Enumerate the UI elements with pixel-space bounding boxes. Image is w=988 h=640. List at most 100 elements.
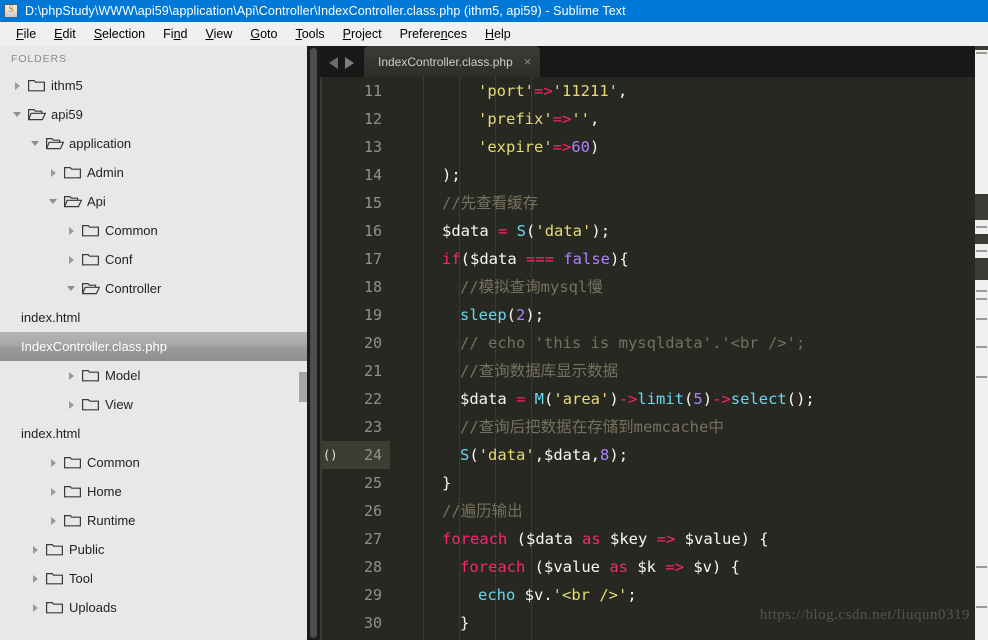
chevron-right-icon[interactable] (66, 224, 79, 237)
tree-folder-view[interactable]: View (0, 390, 307, 419)
tab-index-controller[interactable]: IndexController.class.php × (364, 46, 541, 77)
code-line[interactable]: () 24 S('data',$data,8); (320, 441, 988, 469)
folder-icon (28, 79, 46, 93)
tree-folder-controller[interactable]: Controller (0, 274, 307, 303)
tree-folder-model[interactable]: Model (0, 361, 307, 390)
folder-tree: ithm5 api59 application Admin Api Common Conf C… (0, 71, 307, 622)
code-line[interactable]: 15 //先查看缓存 (320, 189, 988, 217)
scrollbar-segment[interactable] (975, 46, 988, 50)
menu-item-tools[interactable]: Tools (286, 25, 333, 43)
chevron-right-icon[interactable] (66, 369, 79, 382)
tree-file-index-html[interactable]: index.html (0, 303, 307, 332)
chevron-down-icon[interactable] (30, 137, 43, 150)
tree-folder-home[interactable]: Home (0, 477, 307, 506)
tree-item-label: Model (105, 368, 141, 383)
code-line[interactable]: 16 $data = S('data'); (320, 217, 988, 245)
code-line[interactable]: 11 'port'=>'11211', (320, 77, 988, 105)
code-line[interactable]: 22 $data = M('area')->limit(5)->select(); (320, 385, 988, 413)
code-line[interactable]: 23 //查询后把数据在存储到memcache中 (320, 413, 988, 441)
menu-item-edit[interactable]: Edit (45, 25, 85, 43)
menu-item-help[interactable]: Help (476, 25, 520, 43)
code-line[interactable]: 12 'prefix'=>'', (320, 105, 988, 133)
code-line[interactable]: 20 // echo 'this is mysqldata'.'<br />'; (320, 329, 988, 357)
code-line[interactable]: 27 foreach ($data as $key => $value) { (320, 525, 988, 553)
code-text: //先查看缓存 (442, 194, 539, 212)
tree-folder-ithm5[interactable]: ithm5 (0, 71, 307, 100)
close-icon[interactable]: × (524, 55, 532, 68)
folder-icon (64, 456, 82, 470)
menu-item-goto[interactable]: Goto (241, 25, 286, 43)
tree-folder-common[interactable]: Common (0, 448, 307, 477)
sidebar-scrollbar-thumb[interactable] (310, 48, 317, 638)
chevron-right-icon[interactable] (30, 601, 43, 614)
chevron-right-icon[interactable] (48, 166, 61, 179)
chevron-right-icon[interactable] (48, 514, 61, 527)
folder-icon (46, 572, 64, 586)
tree-folder-conf[interactable]: Conf (0, 245, 307, 274)
scrollbar-segment[interactable] (975, 234, 988, 244)
chevron-right-icon[interactable] (66, 398, 79, 411)
sidebar-scrollbar[interactable] (307, 46, 320, 640)
code-line[interactable]: 29 echo $v.'<br />'; (320, 581, 988, 609)
scrollbar-segment[interactable] (975, 194, 988, 220)
tree-file-indexcontroller-class-php[interactable]: IndexController.class.php (0, 332, 307, 361)
tree-folder-uploads[interactable]: Uploads (0, 593, 307, 622)
tree-folder-common[interactable]: Common (0, 216, 307, 245)
chevron-right-icon[interactable] (66, 253, 79, 266)
tree-item-label: Uploads (69, 600, 117, 615)
window-title: D:\phpStudy\WWW\api59\application\Api\Co… (25, 4, 626, 18)
scrollbar-tick (976, 52, 987, 54)
chevron-right-icon[interactable] (12, 79, 25, 92)
code-area[interactable]: 11 'port'=>'11211', 12 'prefix'=>'', 13 'expi… (320, 77, 988, 640)
tree-folder-tool[interactable]: Tool (0, 564, 307, 593)
code-line[interactable]: 28 foreach ($value as $k => $v) { (320, 553, 988, 581)
scrollbar-segment[interactable] (975, 258, 988, 280)
tree-folder-public[interactable]: Public (0, 535, 307, 564)
watermark: https://blog.csdn.net/liuqun0319 (759, 607, 970, 623)
tree-folder-admin[interactable]: Admin (0, 158, 307, 187)
tree-folder-api[interactable]: Api (0, 187, 307, 216)
code-line[interactable]: 17 if($data === false){ (320, 245, 988, 273)
scrollbar-tick (976, 226, 987, 228)
tree-folder-application[interactable]: application (0, 129, 307, 158)
tree-file-index-html[interactable]: index.html (0, 419, 307, 448)
folder-open-icon (28, 108, 46, 122)
code-line[interactable]: 21 //查询数据库显示数据 (320, 357, 988, 385)
arrow-right-icon[interactable] (345, 57, 354, 69)
chevron-down-icon[interactable] (48, 195, 61, 208)
menu-item-file[interactable]: File (7, 25, 45, 43)
folder-open-icon (82, 282, 100, 296)
code-line[interactable]: 13 'expire'=>60) (320, 133, 988, 161)
chevron-down-icon[interactable] (66, 282, 79, 295)
code-line[interactable]: 19 sleep(2); (320, 301, 988, 329)
menu-item-find[interactable]: Find (154, 25, 196, 43)
chevron-down-icon[interactable] (12, 108, 25, 121)
menu-item-view[interactable]: View (196, 25, 241, 43)
editor-scrollbar[interactable] (975, 46, 988, 640)
chevron-right-icon[interactable] (30, 572, 43, 585)
menu-item-project[interactable]: Project (334, 25, 391, 43)
line-number: 25 (363, 474, 382, 492)
menu-item-selection[interactable]: Selection (85, 25, 154, 43)
chevron-right-icon[interactable] (30, 543, 43, 556)
arrow-left-icon[interactable] (329, 57, 338, 69)
chevron-right-icon[interactable] (48, 456, 61, 469)
scrollbar-tick (976, 346, 987, 348)
chevron-right-icon[interactable] (48, 485, 61, 498)
code-line[interactable]: 14); (320, 161, 988, 189)
tree-folder-runtime[interactable]: Runtime (0, 506, 307, 535)
code-line[interactable]: 26 //遍历输出 (320, 497, 988, 525)
sublime-app-icon (4, 4, 18, 18)
tree-item-label: Runtime (87, 513, 136, 528)
sublime-text-window: D:\phpStudy\WWW\api59\application\Api\Co… (0, 0, 988, 640)
menu-item-preferences[interactable]: Preferences (391, 25, 476, 43)
line-number: 27 (363, 530, 382, 548)
tree-folder-api59[interactable]: api59 (0, 100, 307, 129)
tab-nav-arrows[interactable] (320, 57, 364, 77)
code-line[interactable]: 25} (320, 469, 988, 497)
tab-bar: IndexController.class.php × (320, 46, 988, 77)
sidebar-resize-grip[interactable] (299, 372, 307, 402)
scrollbar-tick (976, 318, 987, 320)
code-line[interactable]: 18 //模拟查询mysql慢 (320, 273, 988, 301)
tree-item-label: application (69, 136, 132, 151)
